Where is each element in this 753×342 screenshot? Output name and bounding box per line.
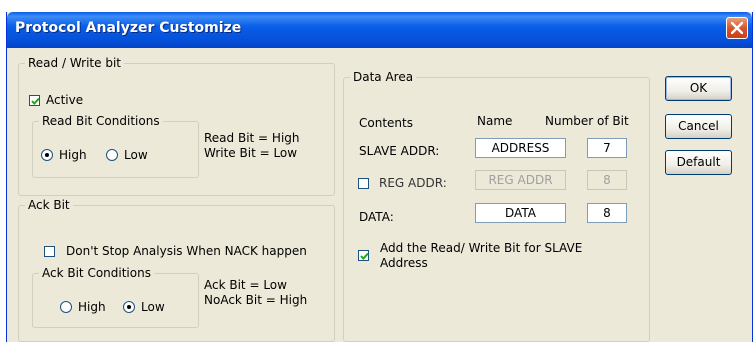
close-icon — [731, 22, 743, 34]
ack-bit-conditions-legend: Ack Bit Conditions — [42, 266, 151, 280]
reg-addr-label[interactable]: REG ADDR: — [379, 176, 447, 190]
active-checkbox[interactable] — [29, 95, 40, 106]
ack-low-radio[interactable] — [123, 301, 135, 313]
customize-dialog: Protocol Analyzer Customize Read / Write… — [6, 12, 753, 342]
read-high-label[interactable]: High — [59, 148, 87, 162]
write-bit-info: Write Bit = Low — [204, 146, 298, 160]
ack-high-radio[interactable] — [60, 301, 72, 313]
check-icon — [360, 252, 369, 260]
reg-addr-checkbox[interactable] — [358, 178, 369, 189]
default-button[interactable]: Default — [665, 150, 732, 175]
number-of-bit-header: Number of Bit — [545, 114, 629, 128]
ack-bit-info: Ack Bit = Low — [204, 278, 287, 292]
slave-addr-name-field[interactable]: ADDRESS — [475, 138, 566, 158]
ack-bit-conditions-group: Ack Bit Conditions — [32, 266, 199, 328]
dont-stop-label[interactable]: Don't Stop Analysis When NACK happen — [66, 244, 307, 258]
contents-header: Contents — [359, 116, 413, 130]
noack-bit-info: NoAck Bit = High — [204, 293, 308, 307]
data-name-field[interactable]: DATA — [475, 203, 566, 223]
read-bit-conditions-group: Read Bit Conditions — [32, 114, 199, 178]
ok-button[interactable]: OK — [665, 76, 732, 101]
cancel-button[interactable]: Cancel — [665, 114, 732, 139]
slave-addr-bits-field[interactable]: 7 — [587, 138, 627, 158]
read-write-bit-legend: Read / Write bit — [28, 56, 121, 70]
read-low-radio[interactable] — [106, 149, 118, 161]
check-icon — [31, 97, 40, 105]
read-bit-info: Read Bit = High — [204, 131, 300, 145]
window-title: Protocol Analyzer Customize — [15, 20, 242, 36]
dialog-body: Read / Write bit Active Read Bit Conditi… — [7, 48, 752, 342]
read-high-radio[interactable] — [41, 149, 53, 161]
data-label: DATA: — [359, 210, 394, 224]
title-bar[interactable]: Protocol Analyzer Customize — [7, 12, 752, 48]
ack-low-label[interactable]: Low — [141, 300, 165, 314]
data-bits-field[interactable]: 8 — [587, 203, 627, 223]
active-label[interactable]: Active — [46, 93, 83, 107]
read-bit-conditions-legend: Read Bit Conditions — [42, 114, 160, 128]
add-rw-bit-checkbox[interactable] — [358, 250, 369, 261]
reg-addr-bits-field[interactable]: 8 — [587, 170, 627, 190]
slave-addr-label: SLAVE ADDR: — [359, 144, 440, 158]
reg-addr-name-field[interactable]: REG ADDR — [475, 170, 566, 190]
data-area-legend: Data Area — [353, 70, 414, 84]
ack-bit-legend: Ack Bit — [28, 198, 70, 212]
close-button[interactable] — [726, 17, 748, 39]
add-rw-bit-label[interactable]: Add the Read/ Write Bit for SLAVE — [380, 241, 582, 255]
read-low-label[interactable]: Low — [124, 148, 148, 162]
dont-stop-checkbox[interactable] — [44, 246, 55, 257]
ack-high-label[interactable]: High — [78, 300, 106, 314]
add-rw-bit-label-line2[interactable]: Address — [380, 256, 428, 270]
name-header: Name — [477, 114, 513, 128]
